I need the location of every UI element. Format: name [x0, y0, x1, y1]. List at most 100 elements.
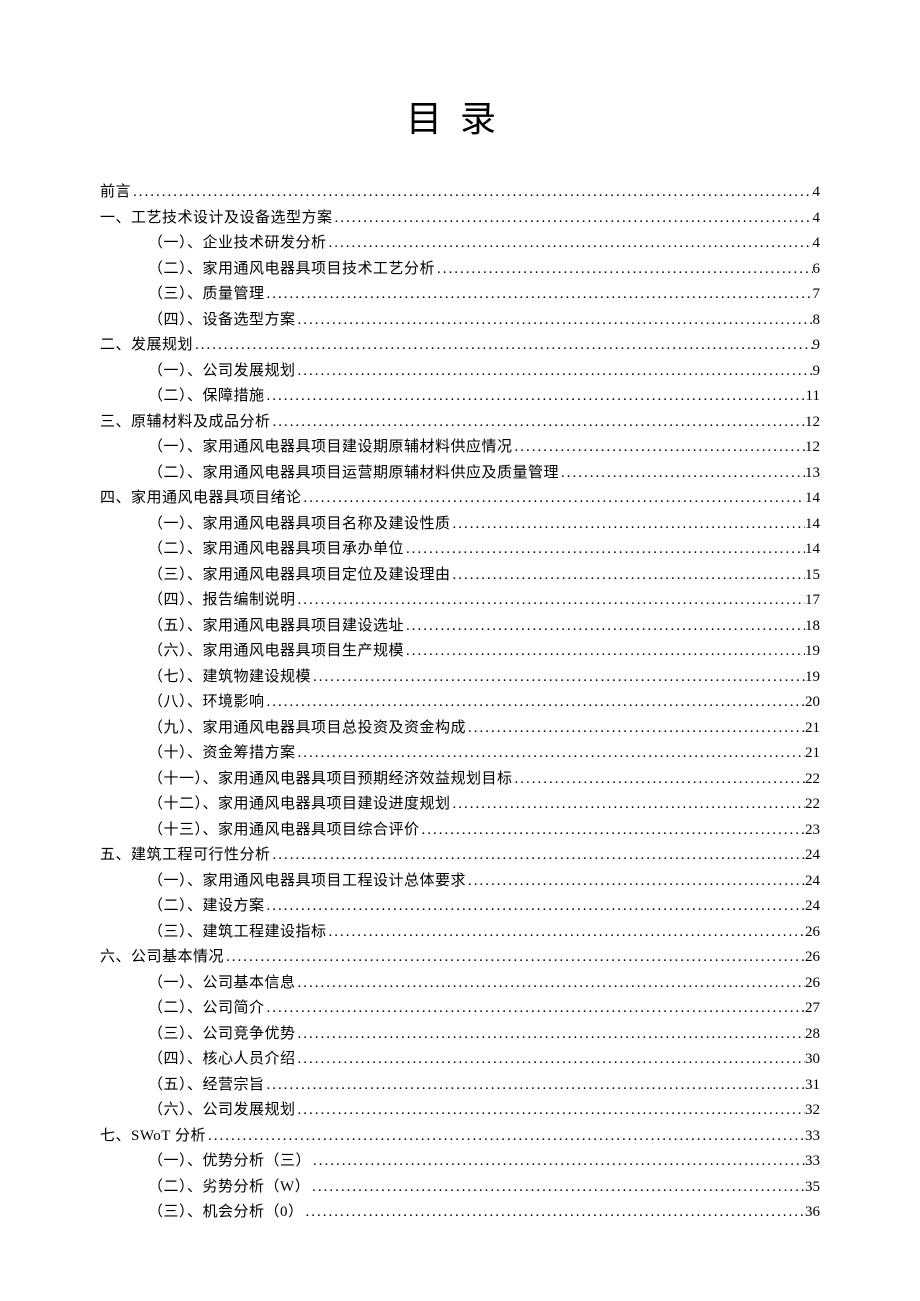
toc-entry: （一）、家用通风电器具项目建设期原辅材料供应情况 12 — [100, 435, 820, 461]
toc-leader-dots — [310, 1175, 805, 1201]
toc-leader-dots — [311, 665, 805, 691]
toc-entry-text: （七）、建筑物建设规模 — [148, 665, 311, 691]
toc-leader-dots — [311, 1149, 805, 1175]
toc-entry: （三）、质量管理7 — [100, 282, 820, 308]
toc-entry-text: （一）、家用通风电器具项目建设期原辅材料供应情况 — [148, 435, 513, 461]
toc-entry: 六、公司基本情况26 — [100, 945, 820, 971]
toc-entry-text: （三）、建筑工程建设指标 — [148, 920, 327, 946]
toc-leader-dots — [513, 767, 805, 793]
toc-leader-dots — [131, 180, 812, 206]
toc-entry-page: 21 — [805, 716, 820, 742]
toc-entry: （八）、环境影响20 — [100, 690, 820, 716]
toc-entry-text: （一）、优势分析（三） — [148, 1149, 311, 1175]
toc-leader-dots — [404, 639, 805, 665]
toc-entry: （一）、家用通风电器具项目工程设计总体要求24 — [100, 869, 820, 895]
toc-entry-page: 11 — [806, 384, 820, 410]
toc-entry: 五、建筑工程可行性分析 24 — [100, 843, 820, 869]
toc-entry-text: （二）、劣势分析（W） — [148, 1175, 310, 1201]
toc-entry-text: （三）、机会分析（0） — [148, 1200, 304, 1226]
toc-entry: （十三）、家用通风电器具项目综合评价23 — [100, 818, 820, 844]
toc-leader-dots — [296, 588, 805, 614]
toc-entry-text: 一、工艺技术设计及设备选型方案 — [100, 206, 333, 232]
toc-entry: （三）、机会分析（0）36 — [100, 1200, 820, 1226]
toc-entry-text: （二）、保障措施 — [148, 384, 265, 410]
toc-leader-dots — [296, 359, 813, 385]
toc-entry: （二）、公司简介27 — [100, 996, 820, 1022]
toc-leader-dots — [420, 818, 805, 844]
toc-leader-dots — [271, 843, 805, 869]
toc-entry-page: 18 — [805, 614, 820, 640]
toc-entry-page: 4 — [813, 231, 821, 257]
toc-entry-page: 26 — [805, 971, 820, 997]
toc-leader-dots — [327, 920, 805, 946]
toc-entry-text: 四、家用通风电器具项目绪论 — [100, 486, 302, 512]
toc-entry: （三）、公司竞争优势28 — [100, 1022, 820, 1048]
toc-leader-dots — [451, 792, 805, 818]
toc-leader-dots — [265, 282, 813, 308]
toc-entry-page: 22 — [805, 792, 820, 818]
toc-entry-page: 26 — [805, 920, 820, 946]
toc-entry: （二）、家用通风电器具项目承办单位14 — [100, 537, 820, 563]
toc-entry-text: （六）、家用通风电器具项目生产规模 — [148, 639, 404, 665]
toc-entry-text: （一）、家用通风电器具项目名称及建设性质 — [148, 512, 451, 538]
toc-entry-page: 27 — [805, 996, 820, 1022]
toc-entry-text: 五、建筑工程可行性分析 — [100, 843, 271, 869]
toc-entry-text: （二）、建设方案 — [148, 894, 265, 920]
toc-entry: （四）、核心人员介绍 30 — [100, 1047, 820, 1073]
toc-entry-page: 8 — [813, 308, 821, 334]
toc-entry-page: 20 — [805, 690, 820, 716]
toc-entry-page: 9 — [813, 359, 821, 385]
toc-entry: （四）、设备选型方案8 — [100, 308, 820, 334]
toc-entry-text: （一）、公司基本信息 — [148, 971, 296, 997]
toc-entry: （二）、保障措施 11 — [100, 384, 820, 410]
toc-leader-dots — [296, 1022, 805, 1048]
toc-entry-page: 19 — [805, 639, 820, 665]
toc-leader-dots — [466, 716, 805, 742]
toc-leader-dots — [206, 1124, 805, 1150]
toc-entry: （五）、经营宗旨 31 — [100, 1073, 820, 1099]
toc-entry: 二、发展规划9 — [100, 333, 820, 359]
toc-entry-text: （四）、核心人员介绍 — [148, 1047, 296, 1073]
toc-entry-text: （二）、家用通风电器具项目技术工艺分析 — [148, 257, 435, 283]
toc-entry-text: （二）、家用通风电器具项目承办单位 — [148, 537, 404, 563]
toc-leader-dots — [296, 971, 805, 997]
toc-list: 前言4一、工艺技术设计及设备选型方案4（一）、企业技术研发分析 4 （二）、家用通风… — [100, 180, 820, 1226]
toc-entry-page: 17 — [805, 588, 820, 614]
toc-leader-dots — [265, 384, 806, 410]
toc-entry: 一、工艺技术设计及设备选型方案4 — [100, 206, 820, 232]
toc-entry-page: 31 — [805, 1073, 820, 1099]
toc-entry: 三、原辅材料及成品分析12 — [100, 410, 820, 436]
toc-entry: （一）、优势分析（三）33 — [100, 1149, 820, 1175]
toc-entry-text: （一）、公司发展规划 — [148, 359, 296, 385]
toc-entry-page: 19 — [805, 665, 820, 691]
toc-entry: （十二）、家用通风电器具项目建设进度规划22 — [100, 792, 820, 818]
toc-leader-dots — [404, 614, 805, 640]
toc-entry-page: 30 — [805, 1047, 820, 1073]
toc-leader-dots — [466, 869, 805, 895]
toc-entry-text: （十）、资金筹措方案 — [148, 741, 296, 767]
toc-entry: 七、SWoT 分析33 — [100, 1124, 820, 1150]
toc-leader-dots — [296, 1098, 805, 1124]
toc-entry: （二）、家用通风电器具项目运营期原辅材料供应及质量管理13 — [100, 461, 820, 487]
toc-entry-page: 23 — [805, 818, 820, 844]
toc-entry-text: （一）、企业技术研发分析 — [148, 231, 327, 257]
toc-entry-text: （五）、经营宗旨 — [148, 1073, 265, 1099]
toc-entry-text: （三）、质量管理 — [148, 282, 265, 308]
toc-entry-text: （十一）、家用通风电器具项目预期经济效益规划目标 — [148, 767, 513, 793]
toc-leader-dots — [296, 741, 805, 767]
toc-entry-page: 24 — [805, 843, 820, 869]
toc-entry-text: （四）、报告编制说明 — [148, 588, 296, 614]
toc-leader-dots — [265, 996, 805, 1022]
toc-entry: （一）、公司发展规划 9 — [100, 359, 820, 385]
toc-entry: 前言4 — [100, 180, 820, 206]
toc-entry: 四、家用通风电器具项目绪论14 — [100, 486, 820, 512]
toc-entry-text: （三）、公司竞争优势 — [148, 1022, 296, 1048]
toc-entry-page: 12 — [805, 435, 820, 461]
toc-entry-page: 32 — [805, 1098, 820, 1124]
toc-entry-page: 24 — [805, 869, 820, 895]
toc-leader-dots — [327, 231, 813, 257]
toc-entry: （三）、家用通风电器具项目定位及建设理由15 — [100, 563, 820, 589]
toc-entry: （二）、建设方案24 — [100, 894, 820, 920]
toc-entry: （六）、家用通风电器具项目生产规模 19 — [100, 639, 820, 665]
toc-leader-dots — [265, 894, 805, 920]
